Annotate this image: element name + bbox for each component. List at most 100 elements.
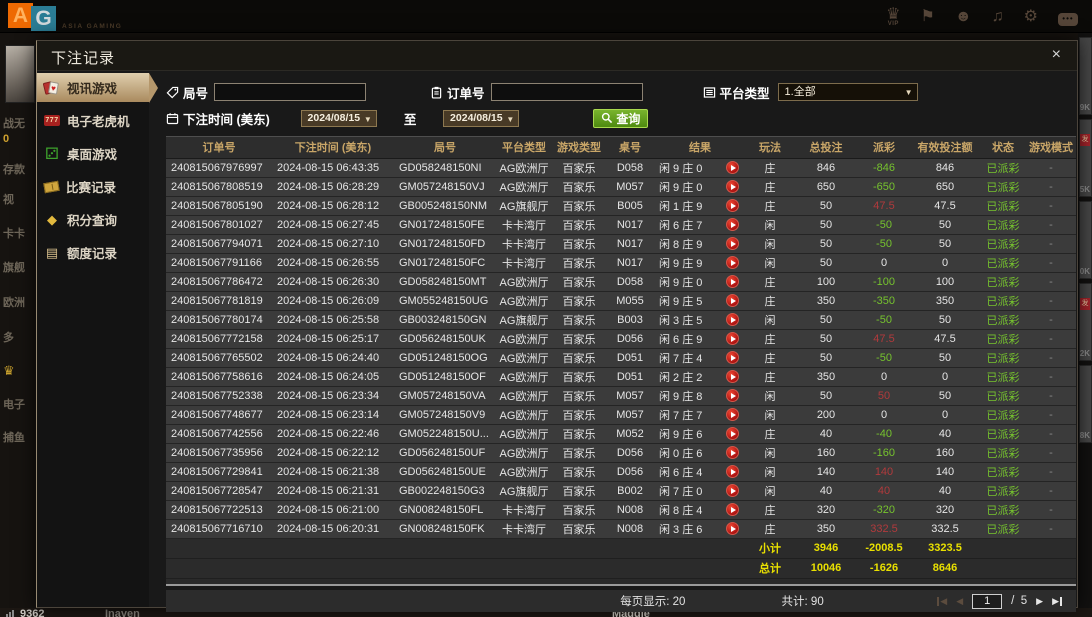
page-number-input[interactable] (972, 593, 1003, 609)
total-bet-cell: 50 (794, 234, 858, 254)
round-number-input[interactable] (214, 83, 367, 101)
sidebar-item-slot-machines[interactable]: 777 电子老虎机 (37, 106, 149, 135)
round-number-cell: GM055248150UG (394, 291, 496, 311)
play-replay-icon[interactable] (725, 256, 739, 269)
play-replay-icon[interactable] (725, 180, 739, 193)
play-replay-icon[interactable] (725, 275, 739, 288)
background-game-tile: 8K (1079, 365, 1092, 443)
play-replay-icon[interactable] (725, 465, 739, 478)
platform-cell: 卡卡湾厅 (496, 253, 552, 273)
platform-cell: AG欧洲厅 (496, 177, 552, 197)
game-mode-cell: - (1026, 272, 1076, 292)
play-replay-icon[interactable] (725, 294, 739, 307)
logo-letter-g: G (31, 6, 56, 31)
bet-records-table-wrap: 订单号 下注时间 (美东) 局号 平台类型 游戏类型 桌号 结果 玩法 总投注 派彩 有效投注额 状态… (166, 136, 1076, 586)
platform-cell: AG欧洲厅 (496, 367, 552, 387)
list-icon (703, 86, 715, 98)
wager-cell: 庄 (746, 500, 794, 520)
date-to-select[interactable]: 2024/08/15 ▼ (443, 109, 520, 127)
play-replay-icon[interactable] (725, 332, 739, 345)
query-button[interactable]: 查询 (593, 108, 649, 128)
avatar (5, 45, 35, 103)
game-mode-cell: - (1026, 158, 1076, 178)
platform-cell: AG旗舰厅 (496, 310, 552, 330)
wager-cell: 闲 (746, 405, 794, 425)
play-replay-icon[interactable] (725, 370, 739, 383)
online-count: 9362 (20, 608, 45, 617)
background-menu-item: 欧洲 (3, 297, 25, 309)
platform-cell: AG欧洲厅 (496, 348, 552, 368)
play-replay-icon[interactable] (725, 503, 739, 516)
play-replay-icon[interactable] (725, 408, 739, 421)
play-replay-icon[interactable] (725, 446, 739, 459)
table-row: 240815067735956 2024-08-15 06:22:12 GD0562… (166, 443, 1076, 463)
spacer-cell (166, 538, 746, 559)
sidebar-item-quota-records[interactable]: ▤ 额度记录 (37, 238, 149, 267)
play-replay-icon[interactable] (725, 237, 739, 250)
vip-icon[interactable]: ♛ VIP (886, 7, 900, 28)
order-number-cell: 240815067748677 (166, 405, 272, 425)
table-number-cell: D058 (606, 272, 654, 292)
play-replay-icon[interactable] (725, 351, 739, 364)
pagination: ◀ ◀ / 5 ▶ ▶ (937, 593, 1062, 609)
payout-cell: -846 (858, 158, 910, 178)
order-number-input[interactable] (490, 83, 643, 101)
round-number-label: 局号 (166, 83, 208, 102)
table-number-cell: M057 (606, 177, 654, 197)
gear-icon[interactable]: ⚙ (1024, 9, 1038, 25)
replay-cell (718, 405, 746, 425)
background-left-strip: 战无 0 存款视卡卡 旗舰 欧洲多电子 捕鱼 ♛ (0, 33, 36, 608)
game-mode-cell: - (1026, 234, 1076, 254)
total-row-bet: 10046 (794, 558, 858, 579)
payout-cell: 50 (858, 386, 910, 406)
customer-service-icon[interactable]: ☻ (955, 9, 972, 25)
play-replay-icon[interactable] (725, 313, 739, 326)
flag-icon[interactable]: ⚑ (920, 9, 934, 25)
payout-cell: -50 (858, 310, 910, 330)
play-replay-icon[interactable] (725, 522, 739, 535)
result-cell: 闲 9 庄 5 (654, 291, 718, 311)
replay-cell (718, 158, 746, 178)
play-replay-icon[interactable] (725, 389, 739, 402)
play-replay-icon[interactable] (725, 161, 739, 174)
round-number-cell: GD051248150OF (394, 367, 496, 387)
game-type-cell: 百家乐 (552, 500, 606, 520)
sidebar-item-contest-records[interactable]: 比赛记录 (37, 172, 149, 201)
music-icon[interactable]: ♫ (992, 9, 1004, 25)
replay-cell (718, 234, 746, 254)
sidebar-item-table-games[interactable]: ⚂ 桌面游戏 (37, 139, 149, 168)
filter-row-2: 下注时间 (美东) 2024/08/15 ▼ 至 2024/08/15 ▼ 查询 (166, 105, 1077, 131)
tag-icon (166, 86, 179, 98)
sidebar-item-video-games[interactable]: ♥ 视讯游戏 (37, 72, 158, 103)
result-cell: 闲 9 庄 9 (654, 253, 718, 273)
background-menu-item: 捕鱼 (3, 432, 25, 444)
ag-logo[interactable]: A G ASIA GAMING (8, 3, 122, 31)
first-page-icon[interactable]: ◀ (937, 596, 947, 606)
table-row: 240815067722513 2024-08-15 06:21:00 GN0082… (166, 500, 1076, 520)
balance-value: 0 (3, 133, 10, 145)
result-cell: 闲 0 庄 6 (654, 443, 718, 463)
play-replay-icon[interactable] (725, 218, 739, 231)
sidebar-item-points-query[interactable]: ◆ 积分查询 (37, 205, 149, 234)
platform-type-label: 平台类型 (703, 83, 770, 102)
last-page-icon[interactable]: ▶ (1052, 596, 1062, 606)
valid-bet-cell: 47.5 (910, 196, 980, 216)
status-badge: 已派彩 (980, 310, 1026, 330)
game-mode-cell: - (1026, 462, 1076, 482)
chat-icon[interactable]: ••• (1058, 13, 1078, 26)
payout-cell: -100 (858, 272, 910, 292)
play-replay-icon[interactable] (725, 199, 739, 212)
replay-cell (718, 177, 746, 197)
play-replay-icon[interactable] (725, 484, 739, 497)
prev-page-icon[interactable]: ◀ (956, 596, 963, 606)
date-from-select[interactable]: 2024/08/15 ▼ (300, 109, 377, 127)
play-replay-icon[interactable] (725, 427, 739, 440)
result-cell: 闲 9 庄 0 (654, 272, 718, 292)
close-icon[interactable]: × (1048, 46, 1065, 64)
table-number-cell: N017 (606, 253, 654, 273)
next-page-icon[interactable]: ▶ (1036, 596, 1043, 606)
game-mode-cell: - (1026, 443, 1076, 463)
background-menu-item: 旗舰 (3, 262, 25, 274)
platform-type-select[interactable]: 1.全部 ▼ (777, 83, 918, 101)
bet-time-cell: 2024-08-15 06:26:09 (272, 291, 394, 311)
